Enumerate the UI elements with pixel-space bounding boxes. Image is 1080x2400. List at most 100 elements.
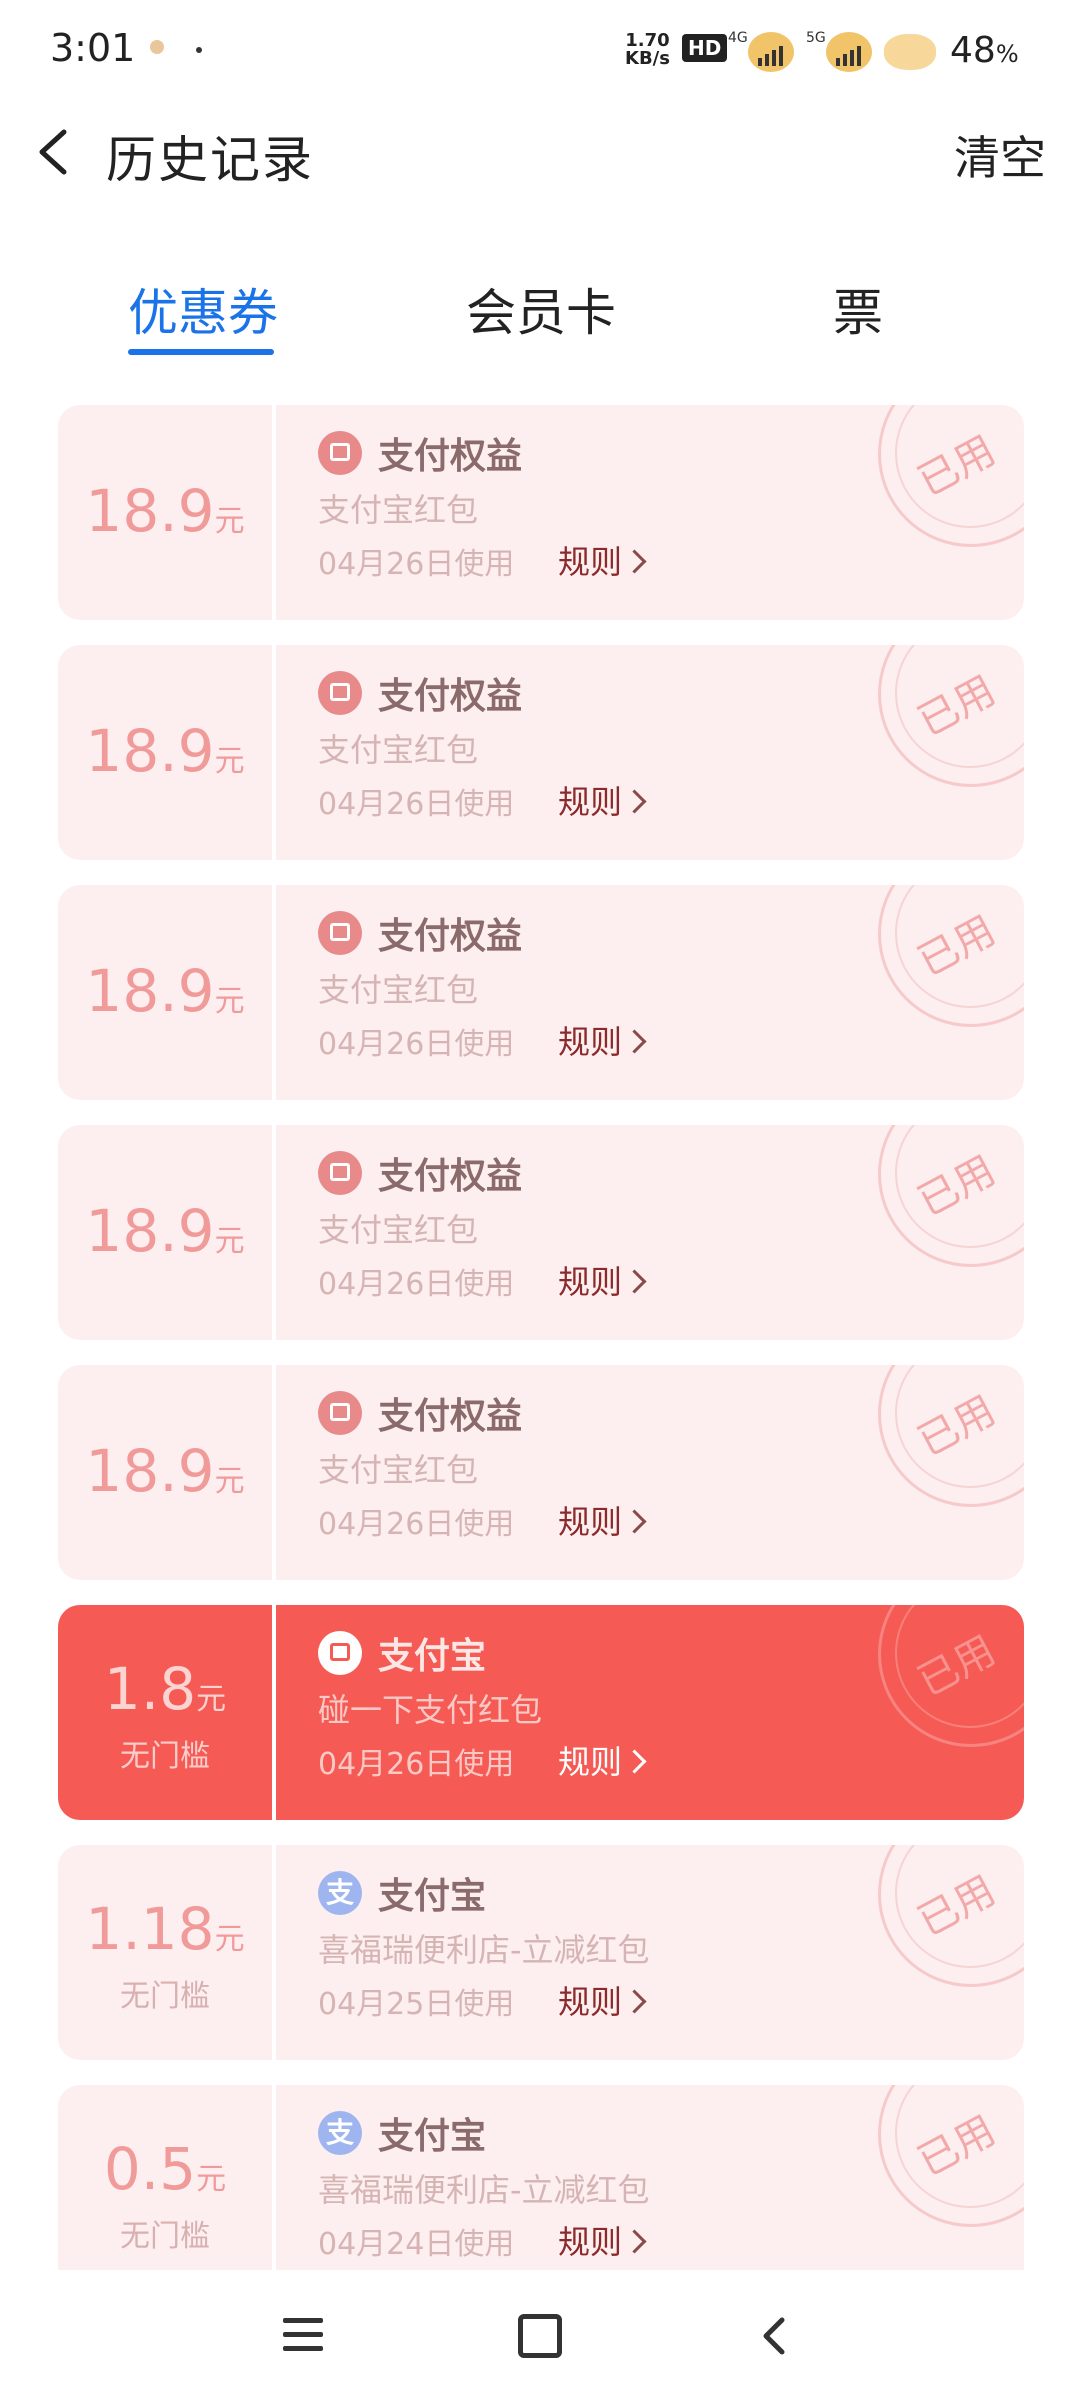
system-nav-bar	[0, 2280, 1080, 2400]
notification-dot-icon	[196, 47, 202, 53]
coupon-list[interactable]: 18.9元 支付权益 支付宝红包 04月26日使用 规则 已用 18.9元 支付权益 支付宝红包…	[58, 405, 1024, 2270]
used-stamp-label: 已用	[910, 667, 1003, 746]
hd-badge: HD	[682, 34, 728, 62]
coupon-description: 碰一下支付红包	[318, 1691, 543, 1729]
coupon-card[interactable]: 0.5元 无门槛 支支付宝 喜福瑞便利店-立减红包 04月24日使用 规则 已用	[58, 2085, 1024, 2270]
sim1-network-label: 4G	[728, 30, 748, 46]
coupon-title: 支付宝	[378, 2116, 487, 2157]
coupon-description: 喜福瑞便利店-立减红包	[318, 2171, 650, 2209]
coupon-used-date: 04月25日使用	[318, 1987, 515, 2022]
chevron-right-icon	[622, 1269, 647, 1294]
coupon-title: 支付权益	[378, 676, 523, 717]
coupon-used-date: 04月24日使用	[318, 2227, 515, 2262]
active-tab-indicator	[128, 349, 274, 355]
used-stamp-icon: 已用	[878, 405, 1024, 547]
coupon-amount-panel: 18.9元	[58, 1365, 272, 1580]
coupon-info-panel: 支付权益支付宝红包 04月26日使用 规则 已用	[276, 405, 1024, 620]
alipay-icon: 支	[318, 1871, 362, 1915]
coupon-title: 支付权益	[378, 436, 523, 477]
coupon-info-panel: 支付宝 碰一下支付红包 04月26日使用 规则 已用	[276, 1605, 1024, 1820]
coupon-used-date: 04月26日使用	[318, 787, 515, 822]
tab-member-cards[interactable]: 会员卡	[466, 273, 616, 345]
coupon-rules-link[interactable]: 规则	[558, 777, 647, 823]
coupon-amount-panel: 18.9元	[58, 885, 272, 1100]
menu-icon[interactable]	[283, 2318, 323, 2352]
coupon-used-date: 04月26日使用	[318, 1747, 515, 1782]
coupon-rules-link[interactable]: 规则	[558, 537, 647, 583]
red-packet-icon	[318, 671, 362, 715]
clear-button[interactable]: 清空	[954, 122, 1046, 188]
coupon-rules-link[interactable]: 规则	[558, 1977, 647, 2023]
red-packet-icon	[318, 1631, 362, 1675]
coupon-description: 支付宝红包	[318, 1451, 479, 1489]
signal-icon	[748, 32, 794, 72]
used-stamp-icon: 已用	[878, 1845, 1024, 1987]
coupon-used-date: 04月26日使用	[318, 1507, 515, 1542]
chevron-left-icon[interactable]	[30, 122, 80, 182]
battery-level: 48%	[950, 30, 1019, 71]
coupon-amount-panel: 1.8元无门槛	[58, 1605, 272, 1820]
coupon-amount: 1.8元	[103, 1655, 227, 1723]
coupon-card[interactable]: 18.9元 支付权益 支付宝红包 04月26日使用 规则 已用	[58, 885, 1024, 1100]
coupon-info-panel: 支支付宝 喜福瑞便利店-立减红包 04月24日使用 规则 已用	[276, 2085, 1024, 2270]
used-stamp-label: 已用	[910, 1147, 1003, 1226]
coupon-threshold: 无门槛	[120, 1739, 210, 1774]
coupon-card[interactable]: 18.9元 支付权益 支付宝红包 04月26日使用 规则 已用	[58, 1125, 1024, 1340]
coupon-rules-link[interactable]: 规则	[558, 2217, 647, 2263]
coupon-title: 支付宝	[378, 1876, 487, 1917]
used-stamp-icon: 已用	[878, 2085, 1024, 2227]
used-stamp-icon: 已用	[878, 1605, 1024, 1747]
chevron-right-icon	[622, 2229, 647, 2254]
status-bar: 3:01 1.70 KB/s HD 4G 5G 48%	[0, 0, 1080, 100]
notification-icon	[150, 40, 164, 54]
used-stamp-icon: 已用	[878, 885, 1024, 1027]
coupon-threshold: 无门槛	[120, 2219, 210, 2254]
page-title: 历史记录	[106, 131, 314, 189]
red-packet-icon	[318, 1391, 362, 1435]
coupon-title: 支付权益	[378, 1396, 523, 1437]
coupon-amount: 18.9元	[85, 957, 245, 1025]
back-icon[interactable]	[760, 2316, 790, 2356]
coupon-amount: 18.9元	[85, 1437, 245, 1505]
coupon-info-panel: 支付权益支付宝红包 04月26日使用 规则 已用	[276, 645, 1024, 860]
coupon-description: 支付宝红包	[318, 491, 479, 529]
battery-icon	[884, 34, 936, 70]
coupon-amount-panel: 18.9元	[58, 1125, 272, 1340]
coupon-threshold: 无门槛	[120, 1979, 210, 2014]
coupon-card[interactable]: 1.18元 无门槛 支支付宝喜福瑞便利店-立减红包 04月25日使用 规则 已用	[58, 1845, 1024, 2060]
coupon-card[interactable]: 1.8元 无门槛 支付宝 碰一下支付红包 04月26日使用 规则 已用	[58, 1605, 1024, 1820]
coupon-rules-link[interactable]: 规则	[558, 1737, 647, 1783]
used-stamp-icon: 已用	[878, 645, 1024, 787]
used-stamp-label: 已用	[910, 2107, 1003, 2186]
coupon-used-date: 04月26日使用	[318, 547, 515, 582]
chevron-right-icon	[622, 549, 647, 574]
coupon-amount-panel: 0.5元 无门槛	[58, 2085, 272, 2270]
coupon-info-panel: 支付权益 支付宝红包 04月26日使用 规则 已用	[276, 885, 1024, 1100]
coupon-amount-panel: 18.9元	[58, 645, 272, 860]
coupon-amount-panel: 1.18元 无门槛	[58, 1845, 272, 2060]
home-icon[interactable]	[518, 2314, 562, 2358]
coupon-rules-link[interactable]: 规则	[558, 1497, 647, 1543]
tab-tickets[interactable]: 票	[833, 273, 883, 345]
coupon-rules-link[interactable]: 规则	[558, 1257, 647, 1303]
coupon-card[interactable]: 18.9元 支付权益支付宝红包 04月26日使用 规则 已用	[58, 1365, 1024, 1580]
coupon-title: 支付权益	[378, 1156, 523, 1197]
coupon-card[interactable]: 18.9元 支付权益支付宝红包 04月26日使用 规则 已用	[58, 405, 1024, 620]
coupon-info-panel: 支付权益 支付宝红包 04月26日使用 规则 已用	[276, 1125, 1024, 1340]
coupon-rules-link[interactable]: 规则	[558, 1017, 647, 1063]
coupon-card[interactable]: 18.9元 支付权益支付宝红包 04月26日使用 规则 已用	[58, 645, 1024, 860]
coupon-amount-panel: 18.9元	[58, 405, 272, 620]
network-speed: 1.70 KB/s	[625, 30, 670, 69]
used-stamp-label: 已用	[910, 1387, 1003, 1466]
coupon-amount: 18.9元	[85, 717, 245, 785]
chevron-right-icon	[622, 789, 647, 814]
coupon-amount: 18.9元	[85, 1197, 245, 1265]
coupon-description: 喜福瑞便利店-立减红包	[318, 1931, 650, 1969]
tab-coupons[interactable]: 优惠券	[128, 273, 278, 345]
coupon-description: 支付宝红包	[318, 731, 479, 769]
coupon-info-panel: 支付权益支付宝红包 04月26日使用 规则 已用	[276, 1365, 1024, 1580]
coupon-description: 支付宝红包	[318, 971, 479, 1009]
red-packet-icon	[318, 911, 362, 955]
used-stamp-label: 已用	[910, 427, 1003, 506]
chevron-right-icon	[622, 1509, 647, 1534]
